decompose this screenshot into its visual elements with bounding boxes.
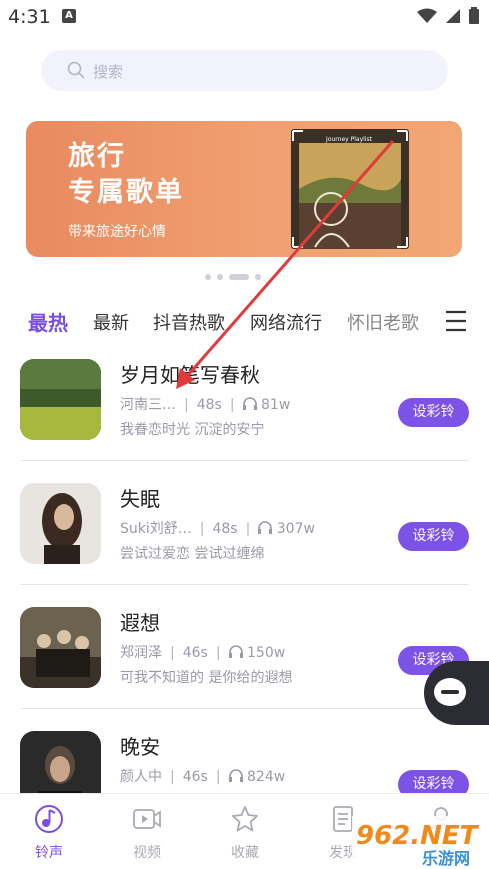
song-title: 晚安 — [120, 735, 160, 759]
music-note-icon — [35, 805, 63, 833]
video-icon — [133, 809, 161, 829]
song-artist: 郑润泽 — [120, 645, 162, 661]
carousel-indicator — [205, 274, 261, 280]
song-meta: 河南三… | 48s | 81w — [120, 397, 291, 413]
song-plays: 307w — [276, 521, 315, 537]
search-placeholder: 搜索 — [93, 63, 124, 81]
nav-label: 收藏 — [231, 845, 259, 861]
song-lyric: 可我不知道的 是你给的遐想 — [120, 670, 293, 686]
wifi-icon — [417, 8, 437, 23]
song-plays: 824w — [247, 769, 286, 785]
nav-label: 视频 — [133, 845, 161, 861]
headphones-icon — [242, 397, 257, 410]
song-title: 岁月如笔写春秋 — [120, 363, 260, 387]
banner-art-caption: Journey Playlist — [325, 136, 373, 143]
song-duration: 48s — [212, 521, 238, 537]
status-icons — [417, 7, 479, 24]
song-lyric: 我眷恋时光 沉淀的安宁 — [120, 422, 265, 438]
song-duration: 48s — [196, 397, 222, 413]
song-cover — [20, 607, 101, 688]
tab-douyin[interactable]: 抖音热歌 — [153, 309, 225, 335]
list-item[interactable]: 遐想 郑润泽 | 46s | 150w 可我不知道的 是你给的遐想 设彩铃 — [0, 607, 489, 731]
status-time: 4:31 — [8, 6, 51, 28]
banner-artwork: Journey Playlist — [291, 129, 409, 249]
nav-favorites[interactable]: 收藏 — [196, 794, 294, 869]
carousel-dot-active[interactable] — [229, 274, 249, 280]
banner-travel-playlist[interactable]: 旅行 专属歌单 带来旅途好心情 Journey Playlist — [26, 121, 462, 257]
song-plays: 81w — [261, 397, 291, 413]
watermark-text: 962.NET — [356, 821, 480, 851]
list-item[interactable]: 失眠 Suki刘舒… | 48s | 307w 尝试过爱恋 尝试过缠绵 设彩铃 — [0, 483, 489, 607]
tab-network-pop[interactable]: 网络流行 — [250, 309, 322, 335]
menu-icon[interactable] — [444, 310, 468, 332]
floating-chat-button[interactable] — [424, 661, 489, 725]
banner-title: 旅行 专属歌单 — [68, 139, 184, 211]
star-icon — [232, 806, 258, 832]
watermark-subtext: 乐游网 — [422, 849, 470, 868]
signal-icon — [446, 8, 460, 23]
song-plays: 150w — [247, 645, 286, 661]
notification-icon: A — [62, 9, 76, 23]
headphones-icon — [228, 645, 243, 658]
nav-video[interactable]: 视频 — [98, 794, 196, 869]
headphones-icon — [228, 769, 243, 782]
song-artist: Suki刘舒… — [120, 521, 192, 537]
status-bar: 4:31 A — [0, 0, 489, 34]
headphones-icon — [258, 521, 273, 534]
carousel-dot[interactable] — [217, 274, 223, 280]
banner-title-line1: 旅行 — [68, 141, 126, 172]
list-item[interactable]: 岁月如笔写春秋 河南三… | 48s | 81w 我眷恋时光 沉淀的安宁 设彩铃 — [0, 359, 489, 483]
set-ringback-button[interactable]: 设彩铃 — [398, 398, 469, 427]
song-cover — [20, 359, 101, 440]
divider — [20, 708, 469, 709]
song-lyric: 尝试过爱恋 尝试过缠绵 — [120, 546, 265, 562]
song-title: 遐想 — [120, 611, 160, 635]
banner-subtitle: 带来旅途好心情 — [68, 224, 166, 240]
search-icon — [67, 61, 85, 79]
song-meta: 郑润泽 | 46s | 150w — [120, 645, 286, 661]
song-cover — [20, 483, 101, 564]
divider — [20, 460, 469, 461]
banner-title-line2: 专属歌单 — [68, 177, 184, 208]
set-ringback-button[interactable]: 设彩铃 — [398, 522, 469, 551]
battery-icon — [469, 7, 479, 24]
song-title: 失眠 — [120, 487, 160, 511]
carousel-dot[interactable] — [255, 274, 261, 280]
tab-oldies[interactable]: 怀旧老歌 — [347, 309, 419, 335]
tab-new[interactable]: 最新 — [93, 309, 129, 335]
song-artist: 颜人中 — [120, 769, 162, 785]
carousel-dot[interactable] — [205, 274, 211, 280]
chat-bubble-icon — [434, 678, 466, 706]
song-artist: 河南三… — [120, 397, 176, 413]
song-duration: 46s — [182, 769, 208, 785]
nav-ringtone[interactable]: 铃声 — [0, 794, 98, 869]
song-meta: 颜人中 | 46s | 824w — [120, 769, 286, 785]
nav-label: 铃声 — [35, 845, 63, 861]
search-input[interactable]: 搜索 — [41, 50, 448, 91]
song-meta: Suki刘舒… | 48s | 307w — [120, 521, 315, 537]
divider — [20, 584, 469, 585]
song-duration: 46s — [182, 645, 208, 661]
tab-hot[interactable]: 最热 — [28, 307, 68, 336]
category-tabs: 最热 最新 抖音热歌 网络流行 怀旧老歌 — [0, 300, 489, 344]
watermark-logo: 962.NET 乐游网 — [352, 816, 489, 869]
